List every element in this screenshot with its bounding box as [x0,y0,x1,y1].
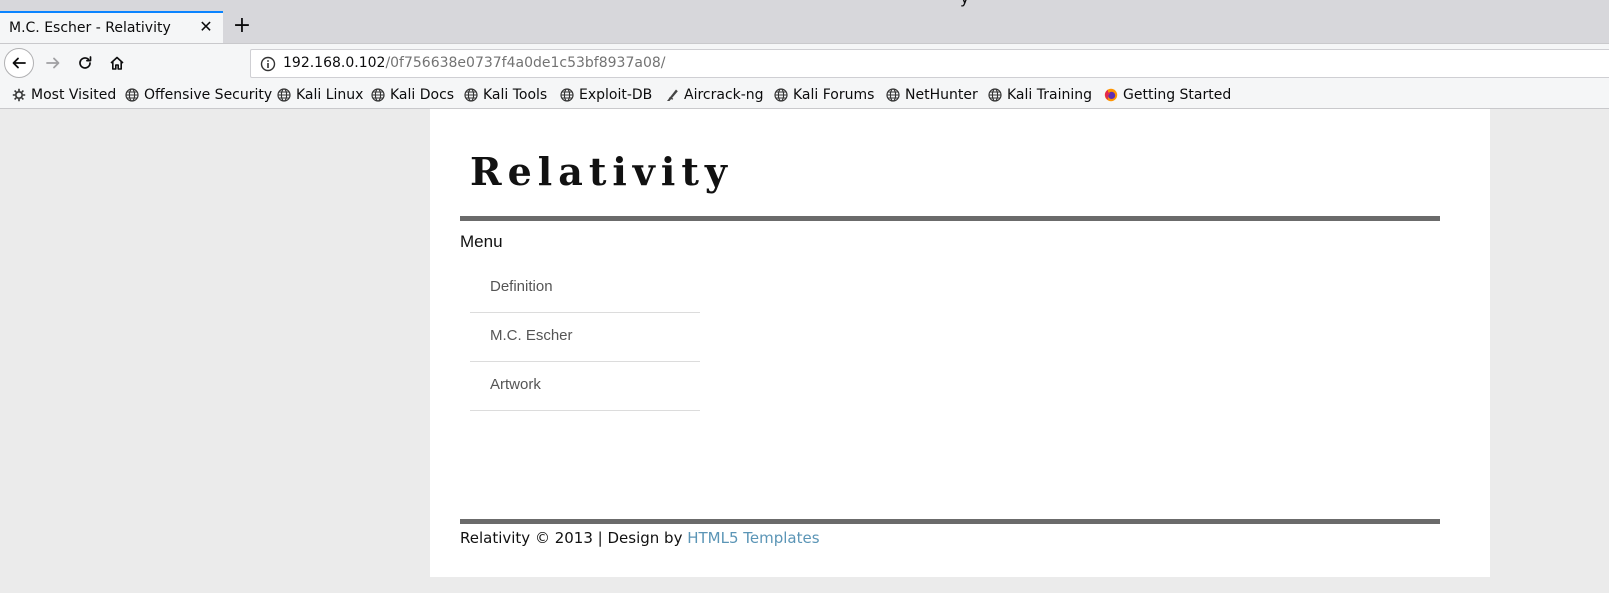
header-divider [460,216,1440,221]
bookmark-label: Kali Tools [483,87,548,103]
bookmarks-toolbar: Most Visited Offensive Security Kali Lin… [0,82,1609,109]
bookmark-label: NetHunter [905,87,978,103]
bookmark-getting-started[interactable]: Getting Started [1104,86,1231,104]
tab-strip: y M.C. Escher - Relativity ✕ + [0,0,1609,43]
footer: Relativity © 2013 | Design by HTML5 Temp… [460,529,820,547]
bookmark-kali-forums[interactable]: Kali Forums [774,86,874,104]
bookmark-nethunter[interactable]: NetHunter [886,86,978,104]
home-button[interactable] [104,50,130,76]
url-bar[interactable]: 192.168.0.102/0f756638e0737f4a0de1c53bf8… [250,49,1609,78]
bookmark-label: Kali Linux [296,87,364,103]
footer-link[interactable]: HTML5 Templates [687,529,819,547]
bookmark-label: Kali Training [1007,87,1092,103]
menu-item-mc-escher[interactable]: M.C. Escher [470,313,700,362]
arrow-left-icon [12,57,26,69]
menu-list: Definition M.C. Escher Artwork [470,264,700,411]
home-icon [110,56,124,70]
bookmark-kali-linux[interactable]: Kali Linux [277,86,363,104]
bookmark-label: Aircrack-ng [684,87,764,103]
globe-icon [371,88,385,102]
menu-item-artwork[interactable]: Artwork [470,362,700,411]
menu-heading: Menu [460,232,503,251]
globe-icon [277,88,291,102]
footer-text: Relativity © 2013 | Design by [460,529,688,547]
footer-divider [460,519,1440,524]
back-button[interactable] [4,48,34,78]
reload-icon [79,56,92,69]
bookmark-label: Most Visited [31,87,117,103]
page-content: Relativity Menu Definition M.C. Escher A… [430,109,1490,577]
info-icon[interactable] [260,56,276,72]
globe-icon [886,88,900,102]
tab-title: M.C. Escher - Relativity [9,20,171,36]
bookmark-label: Getting Started [1123,87,1232,103]
window-title-fragment: y [960,0,969,7]
reload-button[interactable] [72,50,98,76]
bookmark-label: Exploit-DB [579,87,653,103]
firefox-icon [1104,88,1118,102]
bookmark-kali-tools[interactable]: Kali Tools [464,86,547,104]
arrow-right-icon [46,57,60,69]
bookmark-most-visited[interactable]: Most Visited [12,86,116,104]
url-host: 192.168.0.102 [283,55,386,71]
new-tab-button[interactable]: + [231,15,253,37]
bookmark-offensive-security[interactable]: Offensive Security [125,86,272,104]
globe-icon [560,88,574,102]
aircrack-icon [667,89,678,101]
bookmark-kali-docs[interactable]: Kali Docs [371,86,454,104]
bookmark-aircrack-ng[interactable]: Aircrack-ng [665,86,764,104]
tab-active[interactable]: M.C. Escher - Relativity ✕ [0,11,223,43]
globe-icon [774,88,788,102]
site-logo[interactable]: Relativity [470,149,733,194]
navigation-bar: 192.168.0.102/0f756638e0737f4a0de1c53bf8… [0,43,1609,82]
globe-icon [988,88,1002,102]
globe-icon [125,88,139,102]
bookmark-label: Kali Forums [793,87,875,103]
bookmark-exploit-db[interactable]: Exploit-DB [560,86,652,104]
url-path: /0f756638e0737f4a0de1c53bf8937a08/ [385,55,666,71]
forward-button[interactable] [40,50,66,76]
bookmark-label: Offensive Security [144,87,273,103]
close-tab-button[interactable]: ✕ [197,18,215,36]
bookmark-label: Kali Docs [390,87,455,103]
gear-icon [12,88,26,102]
globe-icon [464,88,478,102]
menu-item-definition[interactable]: Definition [470,264,700,313]
bookmark-kali-training[interactable]: Kali Training [988,86,1092,104]
url-text[interactable]: 192.168.0.102/0f756638e0737f4a0de1c53bf8… [283,55,665,71]
